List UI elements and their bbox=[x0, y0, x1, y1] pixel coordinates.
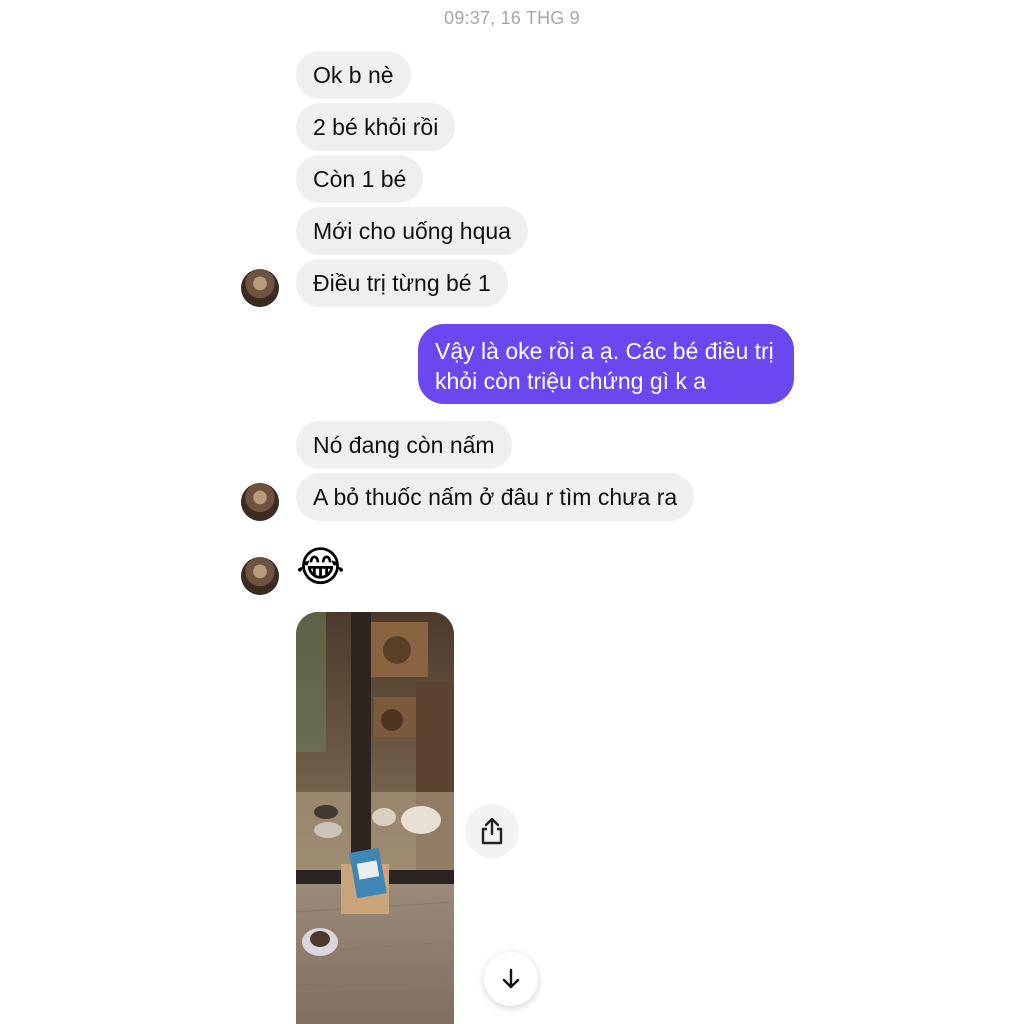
share-button[interactable] bbox=[465, 804, 519, 858]
incoming-message-bubble[interactable]: Còn 1 bé bbox=[296, 155, 424, 203]
incoming-message-bubble[interactable]: Mới cho uống hqua bbox=[296, 207, 528, 255]
scroll-down-button[interactable] bbox=[484, 952, 538, 1006]
outgoing-message-line-2: khỏi còn triệu chứng gì k a bbox=[435, 368, 707, 394]
arrow-down-icon bbox=[502, 968, 520, 989]
incoming-message-bubble[interactable]: Nó đang còn nấm bbox=[296, 421, 512, 469]
outgoing-message-line-1: Vậy là oke rồi a ạ. Các bé điều trị bbox=[435, 338, 774, 364]
incoming-message-bubble[interactable]: Ok b nè bbox=[296, 51, 411, 99]
photo-content bbox=[296, 612, 454, 1024]
photo-message[interactable] bbox=[296, 612, 454, 1024]
incoming-message-bubble[interactable]: A bỏ thuốc nấm ở đâu r tìm chưa ra bbox=[296, 473, 695, 521]
sender-avatar[interactable] bbox=[241, 269, 279, 307]
incoming-message-bubble[interactable]: Điều trị từng bé 1 bbox=[296, 259, 508, 307]
outgoing-message-bubble[interactable]: Vậy là oke rồi a ạ. Các bé điều trị khỏi… bbox=[418, 324, 794, 404]
sender-avatar[interactable] bbox=[241, 483, 279, 521]
incoming-message-bubble[interactable]: 2 bé khỏi rồi bbox=[296, 103, 456, 151]
emoji-message[interactable]: 😂 bbox=[296, 544, 346, 590]
message-timestamp: 09:37, 16 THG 9 bbox=[444, 8, 580, 28]
sender-avatar[interactable] bbox=[241, 557, 279, 595]
share-icon bbox=[481, 817, 503, 845]
